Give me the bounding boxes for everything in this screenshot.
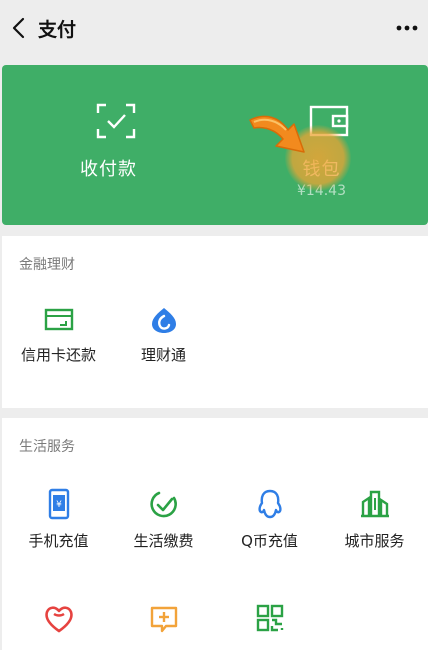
payment-banner: 收付款 钱包 ¥14.43 [2,65,428,225]
charity-heart-icon [44,606,73,633]
health-code-button[interactable] [216,604,323,634]
collect-pay-label: 收付款 [80,159,137,180]
pointer-arrow-icon [249,115,305,153]
medical-cross-icon [150,606,177,633]
credit-card-icon [44,308,73,331]
city-buildings-icon [360,490,389,518]
wealth-button[interactable]: 理财通 [110,306,217,365]
utilities-button[interactable]: 生活缴费 [110,488,217,551]
finance-section: 金融理财 信用卡还款 理财通 [2,236,428,408]
credit-card-repay-button[interactable]: 信用卡还款 [5,306,112,365]
medical-button[interactable] [110,604,217,634]
mobile-topup-label: 手机充值 [28,532,89,550]
credit-card-repay-label: 信用卡还款 [20,346,96,364]
top-bar: 支付 [0,0,428,58]
utilities-check-icon [149,491,177,518]
qcoin-topup-label: Q币充值 [241,532,298,550]
back-chevron-icon[interactable] [8,14,32,42]
more-options-icon[interactable] [394,18,420,38]
scan-code-icon [96,103,136,139]
city-services-button[interactable]: 城市服务 [321,488,428,551]
charity-button[interactable] [5,604,112,634]
mobile-phone-icon: ¥ [48,488,69,520]
qcoin-topup-button[interactable]: Q币充值 [216,488,323,551]
wealth-drop-icon [151,308,176,333]
collect-pay-button[interactable]: 收付款 [2,65,215,225]
qq-penguin-icon [257,489,282,519]
finance-section-title: 金融理财 [19,257,75,273]
life-services-section: 生活服务 ¥ 手机充值 生活缴费 Q币充值 城市服务 [2,418,428,650]
page-title: 支付 [38,19,77,41]
utilities-label: 生活缴费 [133,532,194,550]
wealth-label: 理财通 [140,346,186,364]
life-section-title: 生活服务 [19,439,75,455]
qr-code-icon [256,604,283,632]
svg-text:¥: ¥ [56,500,62,510]
mobile-topup-button[interactable]: ¥ 手机充值 [5,488,112,551]
city-services-label: 城市服务 [344,532,405,550]
